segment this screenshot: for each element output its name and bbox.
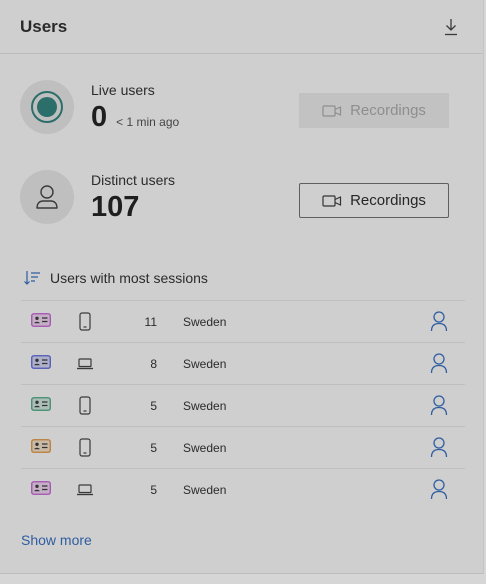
country: Sweden [183,398,227,413]
mobile-device-icon [79,312,91,336]
live-indicator-icon [20,80,74,134]
live-recordings-button[interactable]: Recordings [299,93,449,128]
users-card: Users Live users 0 < 1 min ago Recording… [0,0,484,574]
video-camera-icon [322,194,342,207]
distinct-users-metric: Distinct users 107 [20,170,175,224]
user-type-icon [31,355,51,374]
session-count: 5 [150,440,157,455]
video-camera-icon [322,104,342,117]
live-users-label: Live users [91,82,155,98]
table-row[interactable]: 5 Sweden [21,468,465,510]
table-row[interactable]: 5 Sweden [21,384,465,426]
laptop-device-icon [77,480,94,501]
country: Sweden [183,482,227,497]
table-row[interactable]: 11 Sweden [21,300,465,342]
session-count: 5 [150,482,157,497]
sessions-title: Users with most sessions [50,270,208,286]
distinct-users-value: 107 [91,191,140,223]
table-row[interactable]: 5 Sweden [21,426,465,468]
live-users-updated: < 1 min ago [116,115,180,129]
country: Sweden [183,440,227,455]
card-title: Users [20,16,68,36]
live-recordings-label: Recordings [350,102,426,119]
country: Sweden [183,356,227,371]
distinct-recordings-label: Recordings [350,192,426,209]
session-count: 11 [144,314,157,329]
user-profile-icon[interactable] [430,479,448,505]
table-row[interactable]: 8 Sweden [21,342,465,384]
sort-icon [24,271,40,285]
mobile-device-icon [79,396,91,420]
user-profile-icon[interactable] [430,353,448,379]
live-users-metric: Live users 0 < 1 min ago [20,80,179,134]
distinct-users-label: Distinct users [91,172,176,188]
live-users-value: 0 [91,101,108,133]
session-count: 5 [150,398,157,413]
user-type-icon [31,439,51,458]
country: Sweden [183,314,227,329]
user-type-icon [31,481,51,500]
user-profile-icon[interactable] [430,437,448,463]
sessions-table: 11 Sweden 8 Sweden 5 Sweden 5 Sweden 5 S… [21,300,465,510]
sessions-section-header: Users with most sessions [23,270,208,286]
user-profile-icon[interactable] [430,311,448,337]
mobile-device-icon [79,438,91,462]
show-more-link[interactable]: Show more [21,532,92,548]
user-type-icon [31,397,51,416]
laptop-device-icon [77,354,94,375]
session-count: 8 [150,356,157,371]
person-icon [20,170,74,224]
distinct-recordings-button[interactable]: Recordings [299,183,449,218]
user-profile-icon[interactable] [430,395,448,421]
card-header: Users [0,0,483,54]
user-type-icon [31,313,51,332]
download-icon[interactable] [441,16,461,38]
